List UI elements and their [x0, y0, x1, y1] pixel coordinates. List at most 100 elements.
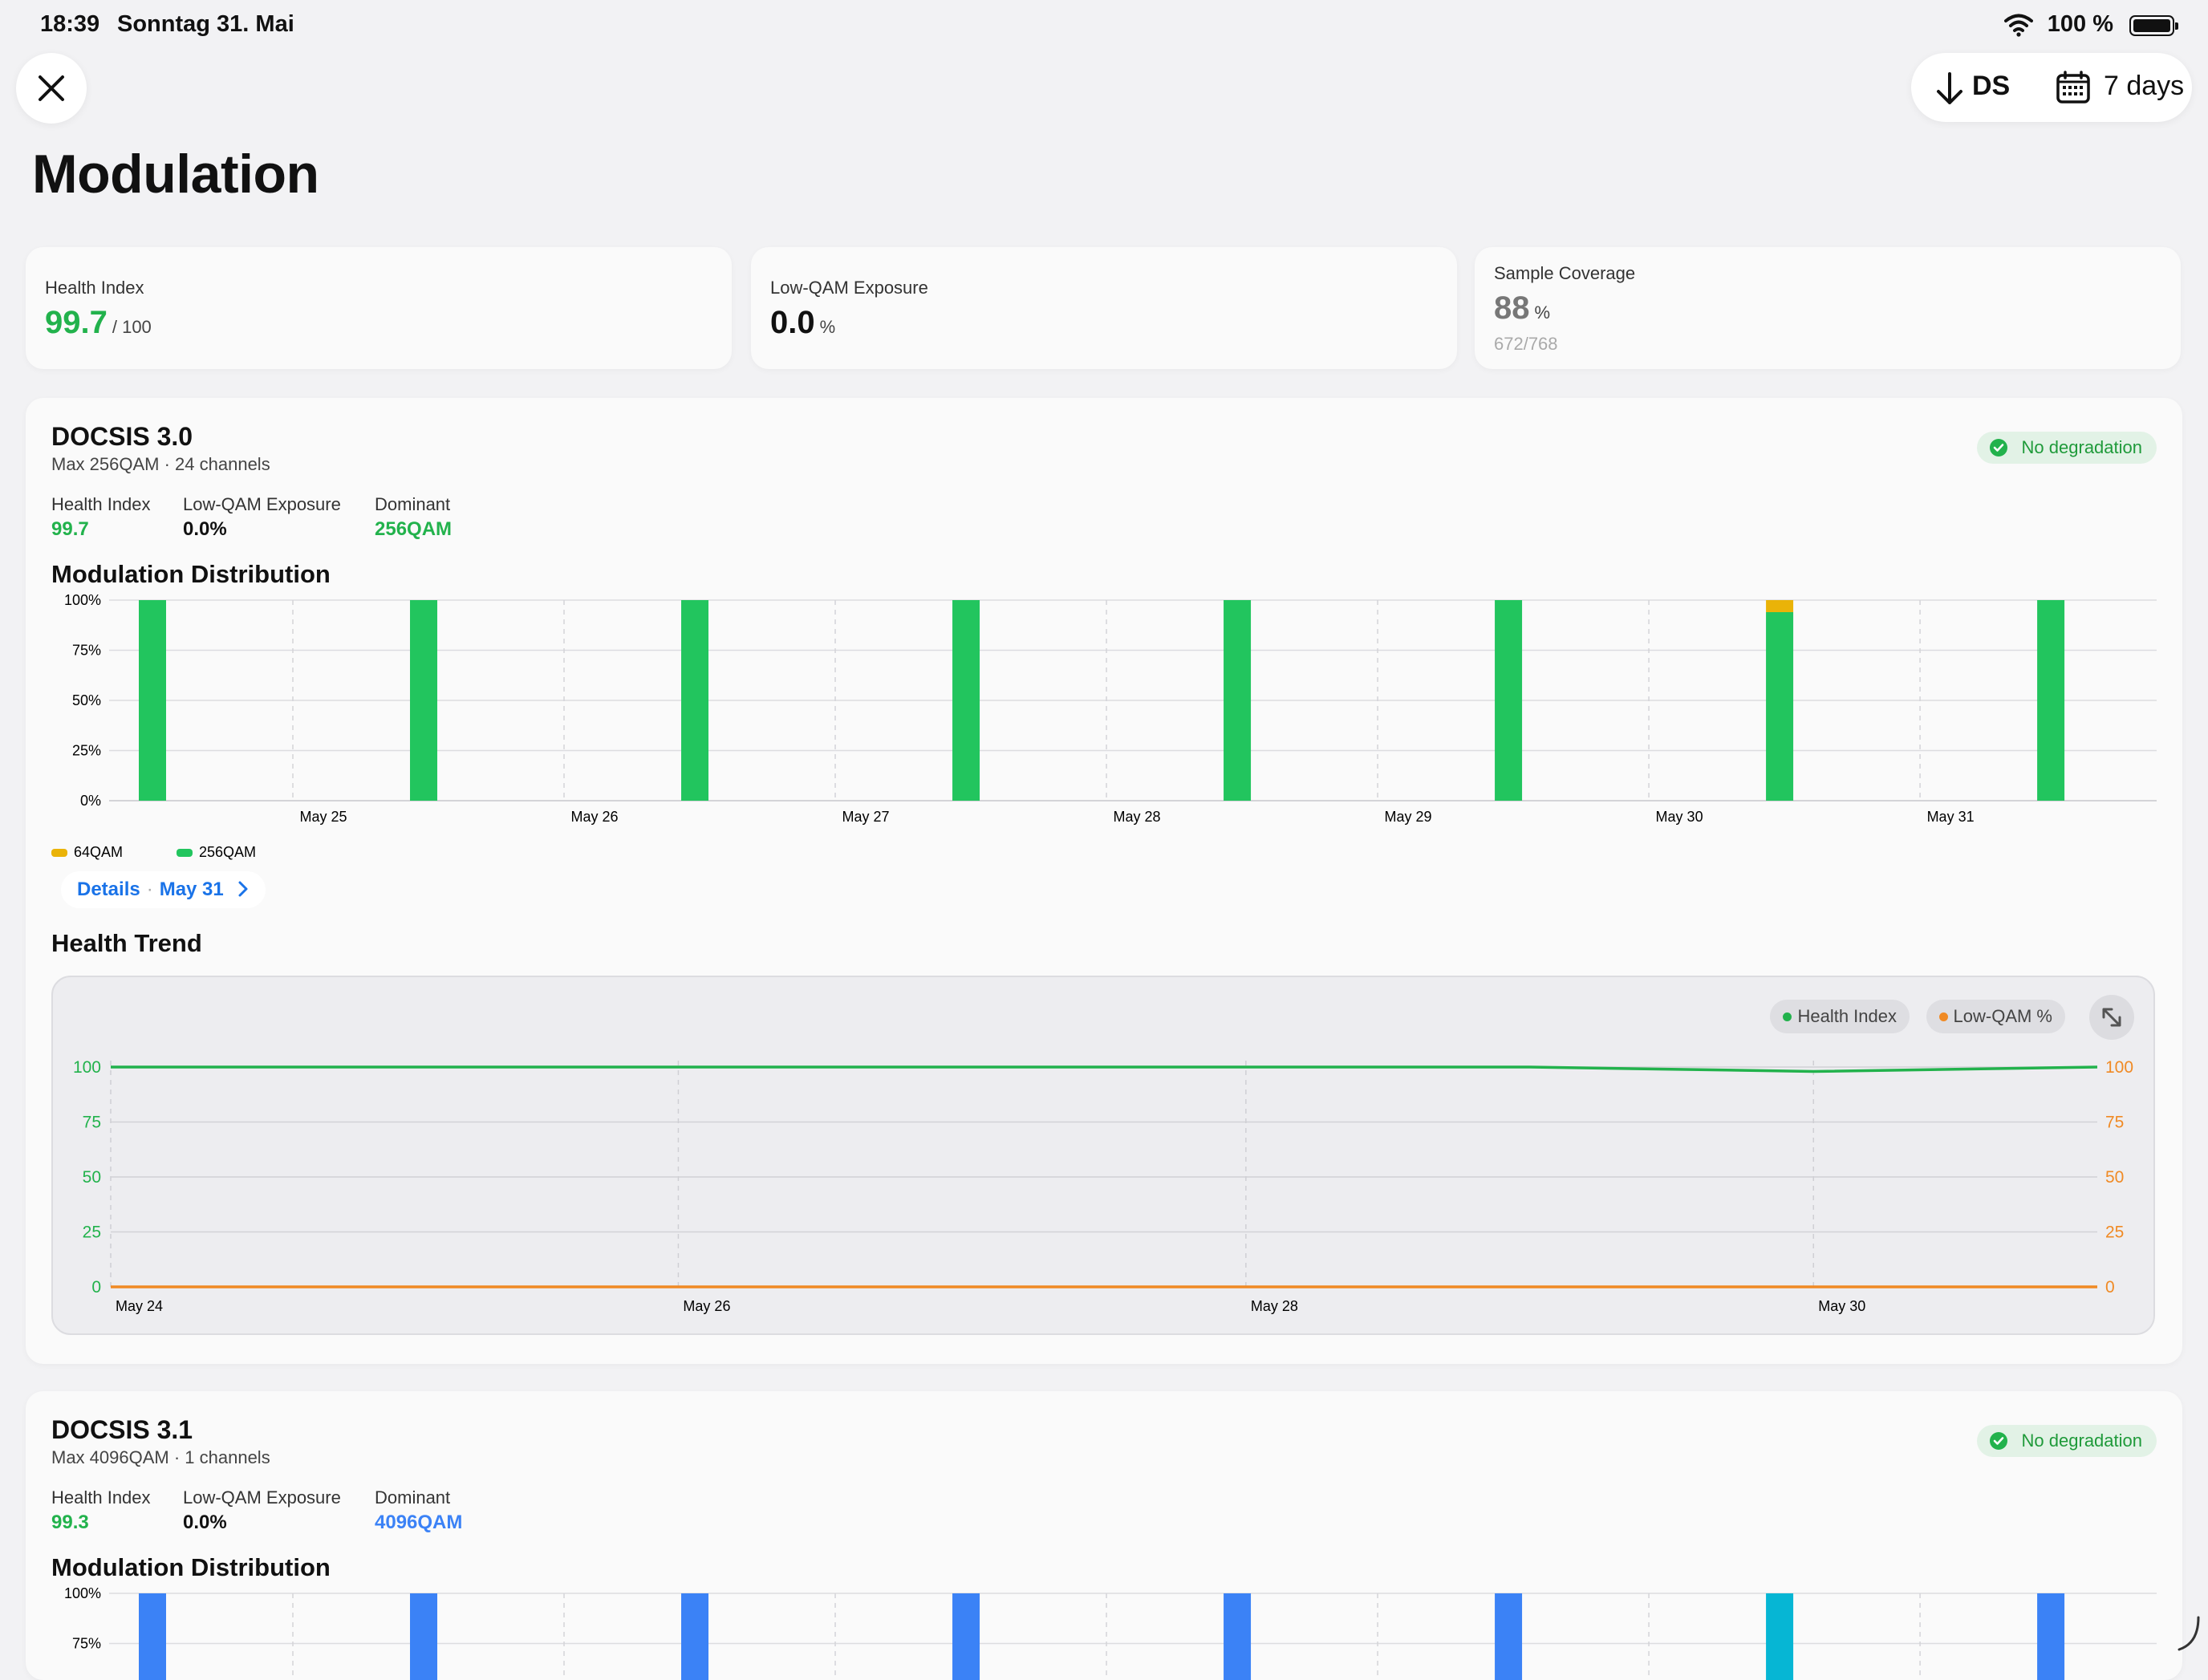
battery-percentage: 100 %: [2047, 11, 2113, 37]
stat-value: 0.0%: [183, 518, 227, 540]
stat-value: 0.0%: [183, 1512, 227, 1533]
status-badge: No degradation: [1976, 432, 2157, 464]
legend-swatch-64qam: [51, 849, 67, 857]
checkmark-icon: [1989, 1432, 2007, 1450]
legend-label: 256QAM: [199, 844, 256, 860]
docsis31-section: DOCSIS 3.1 Max 4096QAM · 1 channels No d…: [26, 1391, 2182, 1680]
bar-64qam: [1766, 600, 1794, 612]
stat-label: Health Index: [51, 1487, 151, 1508]
health-trend-chart: 100 100 75 75 50 50 25 25 0 0 May 24 May 26 May 28 Ma…: [73, 1058, 2133, 1314]
y-tick-label: 75%: [72, 1636, 101, 1652]
stat-value: 99.7: [51, 518, 89, 540]
stat-label: Low-QAM Exposure: [183, 1487, 341, 1508]
y-tick-label-left: 0: [91, 1278, 101, 1297]
y-tick-label-right: 100: [2105, 1058, 2133, 1077]
close-icon: [39, 75, 64, 101]
kpi-health-index: Health Index 99.7/ 100: [26, 247, 732, 369]
x-tick-label: May 24: [116, 1298, 163, 1314]
y-tick-label-left: 75: [83, 1114, 101, 1132]
distribution-title: Modulation Distribution: [51, 1553, 331, 1581]
range-button[interactable]: 7 days: [2104, 71, 2184, 102]
x-tick-label: May 29: [1385, 809, 1432, 825]
x-tick-label: May 26: [683, 1298, 730, 1314]
calendar-icon[interactable]: [2056, 71, 2091, 104]
bar-256qam: [139, 600, 166, 801]
bar-256qam: [2037, 600, 2065, 801]
section-subtitle: Max 256QAM · 24 channels: [51, 454, 270, 474]
x-tick-label: May 30: [1818, 1298, 1865, 1314]
bar-4096qam: [410, 1593, 438, 1680]
chevron-right-icon: [238, 881, 248, 897]
x-tick-label: May 26: [571, 809, 619, 825]
health-trend-panel: Low-QAM % Health Index 100 100 75 75 50 50 25 2…: [51, 976, 2155, 1335]
arrow-down-icon[interactable]: [1934, 71, 1966, 106]
y-tick-label-right: 50: [2105, 1168, 2124, 1187]
stat-label: Dominant: [375, 1487, 451, 1508]
bar-1024qam: [1766, 1593, 1794, 1680]
resize-handle-icon[interactable]: [2178, 1614, 2202, 1653]
y-tick-label: 100%: [64, 592, 101, 608]
kpi-low-qam-exposure: Low-QAM Exposure 0.0%: [751, 247, 1457, 369]
page-title: Modulation: [32, 144, 319, 205]
y-tick-label: 100%: [64, 1585, 101, 1601]
details-button[interactable]: Details · May 31: [61, 871, 266, 908]
y-tick-label-right: 75: [2105, 1114, 2124, 1132]
kpi-label: Health Index: [45, 278, 144, 298]
status-date: Sonntag 31. Mai: [117, 11, 294, 37]
line-health-index: [111, 1065, 2098, 1073]
kpi-label: Sample Coverage: [1494, 263, 1636, 283]
stat-label: Health Index: [51, 494, 151, 514]
status-bar: 18:39 Sonntag 31. Mai 100 %: [0, 0, 2208, 51]
status-badge: No degradation: [1976, 1425, 2157, 1457]
x-tick-label: May 25: [299, 809, 347, 825]
y-tick-label-left: 100: [73, 1058, 101, 1077]
bar-4096qam: [952, 1593, 980, 1680]
x-tick-label: May 30: [1656, 809, 1703, 825]
bar-4096qam: [1495, 1593, 1523, 1680]
y-tick-label-left: 25: [83, 1223, 101, 1242]
bar-256qam: [681, 600, 709, 801]
docsis30-section: DOCSIS 3.0 Max 256QAM · 24 channels No d…: [26, 398, 2182, 1364]
trend-title: Health Trend: [51, 929, 202, 957]
legend-label: 64QAM: [74, 844, 123, 860]
checkmark-icon: [1989, 439, 2007, 457]
wifi-icon: [2004, 14, 2033, 37]
bar-4096qam: [681, 1593, 709, 1680]
y-tick-label-left: 50: [83, 1168, 101, 1187]
kpi-extra: 672/768: [1494, 334, 1558, 354]
direction-button[interactable]: DS: [1972, 71, 2010, 102]
kpi-value: 0.0%: [770, 305, 836, 340]
bar-256qam: [952, 600, 980, 801]
battery-icon: [2129, 15, 2178, 36]
toolbar: DS 7 days: [1911, 53, 2192, 122]
bar-4096qam: [139, 1593, 166, 1680]
kpi-sample-coverage: Sample Coverage 88% 672/768: [1475, 247, 2181, 369]
modulation-distribution-chart: 100% 75% 50% 25% 0% May 25 May 26 May 27 May 28 M…: [51, 592, 2157, 860]
bar-256qam: [1495, 600, 1523, 801]
y-tick-label: 75%: [72, 643, 101, 659]
status-time: 18:39: [40, 11, 100, 37]
kpi-label: Low-QAM Exposure: [770, 278, 928, 298]
x-tick-label: May 31: [1927, 809, 1975, 825]
distribution-title: Modulation Distribution: [51, 560, 331, 588]
y-tick-label: 0%: [80, 793, 101, 809]
stat-value: 256QAM: [375, 518, 453, 540]
stat-value: 99.3: [51, 1512, 89, 1533]
bar-4096qam: [1224, 1593, 1252, 1680]
bar-256qam: [1224, 600, 1252, 801]
x-tick-label: May 28: [1114, 809, 1161, 825]
bar-256qam: [1766, 612, 1794, 801]
close-button[interactable]: [16, 53, 87, 124]
legend-swatch-256qam: [177, 849, 193, 857]
y-tick-label-right: 25: [2105, 1223, 2124, 1242]
modulation-distribution-chart: 100% 75%: [64, 1585, 2157, 1680]
section-title: DOCSIS 3.1: [51, 1415, 193, 1444]
bar-4096qam: [2037, 1593, 2065, 1680]
bar-256qam: [410, 600, 438, 801]
kpi-value: 99.7/ 100: [45, 305, 152, 340]
kpi-value: 88%: [1494, 290, 1551, 326]
y-tick-label: 50%: [72, 692, 101, 708]
stat-label: Low-QAM Exposure: [183, 494, 341, 514]
x-tick-label: May 28: [1251, 1298, 1298, 1314]
stat-value: 4096QAM: [375, 1512, 463, 1533]
